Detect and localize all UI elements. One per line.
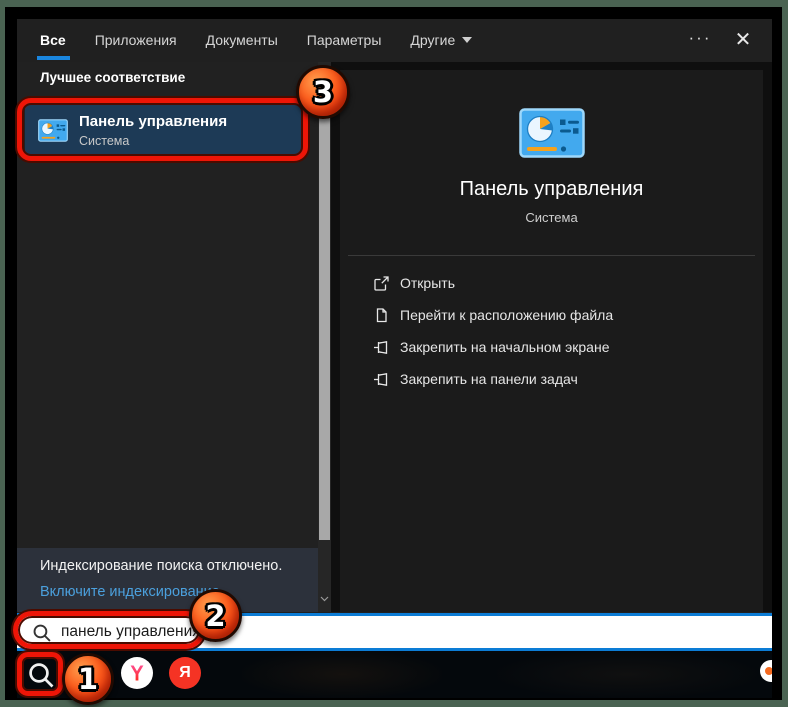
chevron-down-icon — [462, 37, 473, 43]
pin-icon — [373, 340, 388, 354]
preview-app-title: Панель управления — [459, 178, 644, 200]
best-match-header: Лучшее соответствие — [40, 70, 186, 85]
enable-indexing-link[interactable]: Включите индексирование. — [40, 583, 318, 602]
search-header: Все Приложения Документы Параметры Други… — [17, 19, 772, 62]
annotation-highlight-search-input — [13, 611, 205, 649]
control-panel-icon — [518, 108, 585, 158]
divider — [348, 255, 755, 256]
action-pin-to-start[interactable]: Закрепить на начальном экране — [340, 331, 763, 363]
tab-documents[interactable]: Документы — [206, 32, 278, 48]
filter-tabs: Все Приложения Документы Параметры Други… — [40, 32, 473, 48]
taskbar-yandex-icon[interactable]: Я — [169, 657, 201, 689]
taskbar-app-partial-icon[interactable] — [760, 660, 772, 682]
taskbar-yandex-browser-icon[interactable] — [121, 657, 153, 689]
more-options-button[interactable]: ··· — [685, 23, 715, 53]
file-location-icon — [376, 307, 387, 322]
annotation-highlight-taskbar-search — [17, 652, 63, 696]
tab-all[interactable]: Все — [40, 32, 66, 48]
scrollbar-down-button[interactable] — [318, 592, 331, 606]
indexing-status: Индексирование поиска отключено. Включит… — [17, 548, 318, 612]
open-icon — [374, 275, 389, 291]
annotation-step-2: 2 — [189, 589, 242, 642]
tab-apps[interactable]: Приложения — [95, 32, 177, 48]
action-pin-to-start-label: Закрепить на начальном экране — [400, 339, 610, 355]
chevron-down-icon — [320, 596, 329, 602]
annotation-step-3: 3 — [296, 65, 350, 119]
taskbar-shade — [497, 651, 757, 698]
preview-panel: Панель управления Система Открыть Перейт… — [331, 62, 772, 612]
windows-search-flyout: Все Приложения Документы Параметры Други… — [13, 19, 772, 705]
pin-icon — [373, 372, 388, 386]
yandex-browser-y-icon — [130, 665, 144, 681]
tab-settings[interactable]: Параметры — [307, 32, 382, 48]
active-tab-underline — [37, 56, 70, 60]
action-open-file-location-label: Перейти к расположению файла — [400, 307, 614, 323]
tab-more[interactable]: Другие — [410, 32, 473, 48]
action-pin-to-taskbar-label: Закрепить на панели задач — [400, 371, 578, 387]
results-scrollbar[interactable] — [318, 62, 331, 612]
annotation-highlight-result — [17, 98, 308, 161]
annotation-step-1: 1 — [62, 653, 114, 705]
close-button[interactable]: ✕ — [727, 25, 759, 55]
action-open-label: Открыть — [400, 275, 455, 291]
action-pin-to-taskbar[interactable]: Закрепить на панели задач — [340, 363, 763, 395]
yandex-letter: Я — [179, 664, 191, 681]
indexing-status-text: Индексирование поиска отключено. — [40, 558, 283, 574]
context-actions: Открыть Перейти к расположению файла Зак… — [340, 267, 763, 395]
action-open[interactable]: Открыть — [340, 267, 763, 299]
scrollbar-thumb[interactable] — [319, 66, 330, 540]
preview-app-subtitle: Система — [525, 210, 578, 225]
action-open-file-location[interactable]: Перейти к расположению файла — [340, 299, 763, 331]
taskbar-shade — [242, 651, 442, 698]
preview-card: Панель управления Система Открыть Перейт… — [340, 70, 763, 612]
